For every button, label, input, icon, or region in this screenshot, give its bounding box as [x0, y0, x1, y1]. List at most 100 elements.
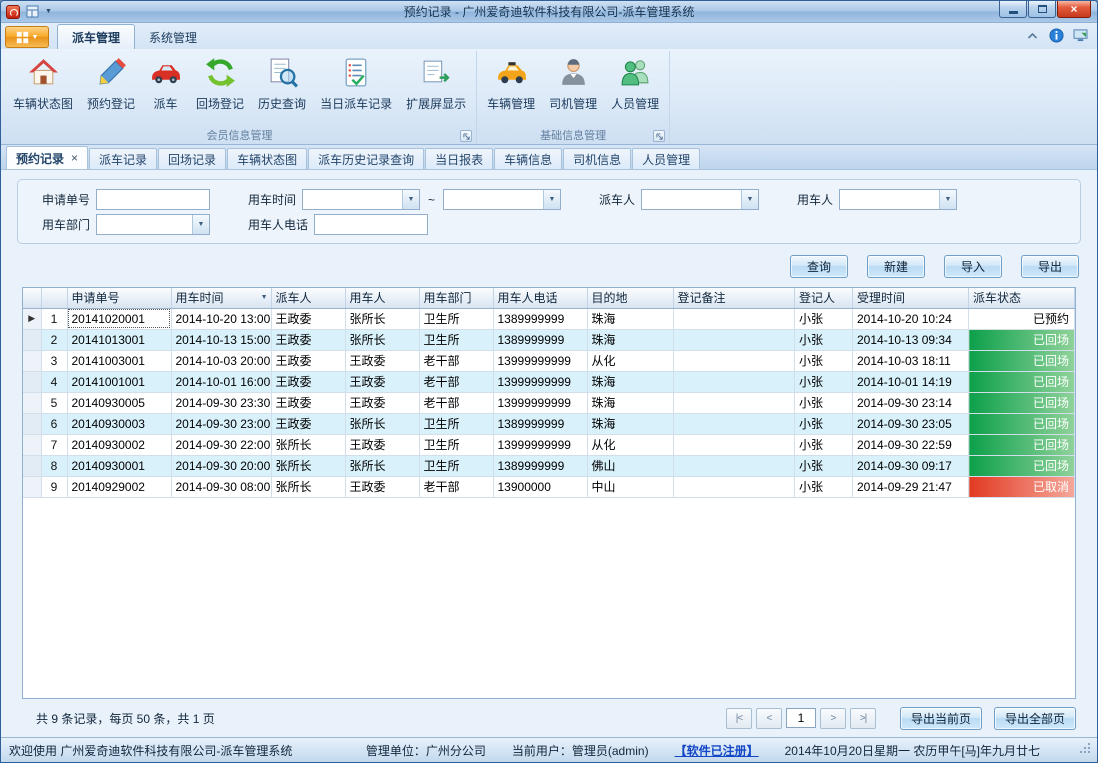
col-status[interactable]: 派车状态 [969, 288, 1075, 308]
ribbon-button-driver-management[interactable]: 司机管理 [542, 52, 604, 112]
next-page-button[interactable]: > [820, 708, 846, 729]
ribbon-button-dispatch[interactable]: 派车 [142, 52, 189, 112]
cell-remark[interactable] [673, 434, 795, 455]
cell-accept-time[interactable]: 2014-10-01 14:19 [853, 371, 969, 392]
cell-dest[interactable]: 从化 [587, 350, 673, 371]
cell-user[interactable]: 张所长 [345, 413, 419, 434]
cell-apply-no[interactable]: 20140930005 [67, 392, 171, 413]
cell-phone[interactable]: 13900000 [493, 476, 587, 497]
apply-no-input[interactable] [96, 189, 210, 210]
doc-tab-vehicle-status-map[interactable]: 车辆状态图 [227, 148, 307, 169]
chevron-down-icon[interactable]: ▼ [402, 190, 419, 209]
prev-page-button[interactable]: < [756, 708, 782, 729]
cell-accept-time[interactable]: 2014-09-30 23:05 [853, 413, 969, 434]
query-button[interactable]: 查询 [790, 255, 848, 278]
doc-tab-vehicle-info[interactable]: 车辆信息 [494, 148, 562, 169]
cell-registrar[interactable]: 小张 [795, 329, 853, 350]
cell-remark[interactable] [673, 476, 795, 497]
cell-use-time[interactable]: 2014-10-20 13:00 [171, 308, 271, 329]
export-current-page-button[interactable]: 导出当前页 [900, 707, 982, 730]
grid-row[interactable]: 7201409300022014-09-30 22:00张所长王政委卫生所139… [23, 434, 1075, 455]
ribbon-button-reservation[interactable]: 预约登记 [80, 52, 142, 112]
license-link[interactable]: 【软件已注册】 [675, 742, 759, 759]
cell-use-time[interactable]: 2014-10-13 15:00 [171, 329, 271, 350]
cell-remark[interactable] [673, 413, 795, 434]
cell-use-time[interactable]: 2014-10-01 16:00 [171, 371, 271, 392]
grid-row[interactable]: 5201409300052014-09-30 23:30王政委王政委老干部139… [23, 392, 1075, 413]
doc-tab-dispatch-records[interactable]: 派车记录 [89, 148, 157, 169]
grid-row[interactable]: ▶1201410200012014-10-20 13:00王政委张所长卫生所13… [23, 308, 1075, 329]
dialog-launcher-icon[interactable] [653, 130, 665, 142]
cell-dest[interactable]: 珠海 [587, 392, 673, 413]
cell-dept[interactable]: 卫生所 [419, 329, 493, 350]
ribbon-tab-system[interactable]: 系统管理 [135, 25, 211, 49]
cell-use-time[interactable]: 2014-09-30 08:00 [171, 476, 271, 497]
cell-apply-no[interactable]: 20141001001 [67, 371, 171, 392]
grid-row[interactable]: 6201409300032014-09-30 23:00王政委张所长卫生所138… [23, 413, 1075, 434]
cell-accept-time[interactable]: 2014-09-30 22:59 [853, 434, 969, 455]
ribbon-button-return-registration[interactable]: 回场登记 [189, 52, 251, 112]
cell-accept-time[interactable]: 2014-09-30 09:17 [853, 455, 969, 476]
cell-registrar[interactable]: 小张 [795, 434, 853, 455]
app-logo-icon[interactable] [6, 5, 20, 19]
doc-tab-return-records[interactable]: 回场记录 [158, 148, 226, 169]
cell-use-time[interactable]: 2014-10-03 20:00 [171, 350, 271, 371]
chevron-down-icon[interactable]: ▼ [543, 190, 560, 209]
cell-registrar[interactable]: 小张 [795, 392, 853, 413]
qat-dropdown-icon[interactable]: ▼ [45, 8, 52, 15]
cell-accept-time[interactable]: 2014-09-30 23:14 [853, 392, 969, 413]
dispatcher-combo[interactable]: ▼ [641, 189, 759, 210]
user-combo[interactable]: ▼ [839, 189, 957, 210]
chevron-down-icon[interactable]: ▼ [939, 190, 956, 209]
cell-apply-no[interactable]: 20141003001 [67, 350, 171, 371]
close-button[interactable]: × [1057, 1, 1091, 18]
ribbon-button-history-query[interactable]: 历史查询 [251, 52, 313, 112]
cell-dept[interactable]: 卫生所 [419, 413, 493, 434]
cell-phone[interactable]: 1389999999 [493, 329, 587, 350]
dept-combo[interactable]: ▼ [96, 214, 210, 235]
use-time-from-combo[interactable]: ▼ [302, 189, 420, 210]
resize-grip[interactable] [1080, 743, 1091, 757]
cell-use-time[interactable]: 2014-09-30 20:00 [171, 455, 271, 476]
cell-phone[interactable]: 13999999999 [493, 371, 587, 392]
cell-dest[interactable]: 珠海 [587, 371, 673, 392]
maximize-button[interactable] [1028, 1, 1056, 18]
cell-user[interactable]: 张所长 [345, 308, 419, 329]
ribbon-button-vehicle-status-map[interactable]: 车辆状态图 [6, 52, 80, 112]
layout-icon[interactable] [24, 3, 41, 20]
cell-dispatcher[interactable]: 王政委 [271, 350, 345, 371]
page-number-input[interactable] [786, 708, 816, 728]
cell-dispatcher[interactable]: 王政委 [271, 392, 345, 413]
cell-phone[interactable]: 1389999999 [493, 413, 587, 434]
cell-dept[interactable]: 卫生所 [419, 308, 493, 329]
phone-input[interactable] [314, 214, 428, 235]
cell-remark[interactable] [673, 308, 795, 329]
cell-apply-no[interactable]: 20140929002 [67, 476, 171, 497]
cell-registrar[interactable]: 小张 [795, 350, 853, 371]
grid-row[interactable]: 9201409290022014-09-30 08:00张所长王政委老干部139… [23, 476, 1075, 497]
cell-dispatcher[interactable]: 王政委 [271, 413, 345, 434]
cell-registrar[interactable]: 小张 [795, 413, 853, 434]
app-menu-button[interactable]: ▼ [5, 26, 49, 48]
cell-dept[interactable]: 卫生所 [419, 434, 493, 455]
cell-apply-no[interactable]: 20141020001 [67, 308, 171, 329]
cell-dest[interactable]: 中山 [587, 476, 673, 497]
cell-accept-time[interactable]: 2014-10-03 18:11 [853, 350, 969, 371]
ribbon-button-extended-screen[interactable]: 扩展屏显示 [399, 52, 473, 112]
ribbon-button-today-dispatch-records[interactable]: 当日派车记录 [313, 52, 399, 112]
cell-remark[interactable] [673, 392, 795, 413]
cell-dispatcher[interactable]: 张所长 [271, 434, 345, 455]
cell-dispatcher[interactable]: 王政委 [271, 371, 345, 392]
cell-accept-time[interactable]: 2014-10-20 10:24 [853, 308, 969, 329]
cell-dept[interactable]: 老干部 [419, 476, 493, 497]
dialog-launcher-icon[interactable] [460, 130, 472, 142]
ribbon-button-personnel-management[interactable]: 人员管理 [604, 52, 666, 112]
col-remark[interactable]: 登记备注 [673, 288, 795, 308]
grid-row[interactable]: 2201410130012014-10-13 15:00王政委张所长卫生所138… [23, 329, 1075, 350]
cell-dispatcher[interactable]: 张所长 [271, 455, 345, 476]
import-button[interactable]: 导入 [944, 255, 1002, 278]
col-apply-no[interactable]: 申请单号 [67, 288, 171, 308]
cell-apply-no[interactable]: 20140930002 [67, 434, 171, 455]
cell-registrar[interactable]: 小张 [795, 371, 853, 392]
col-dispatcher[interactable]: 派车人 [271, 288, 345, 308]
